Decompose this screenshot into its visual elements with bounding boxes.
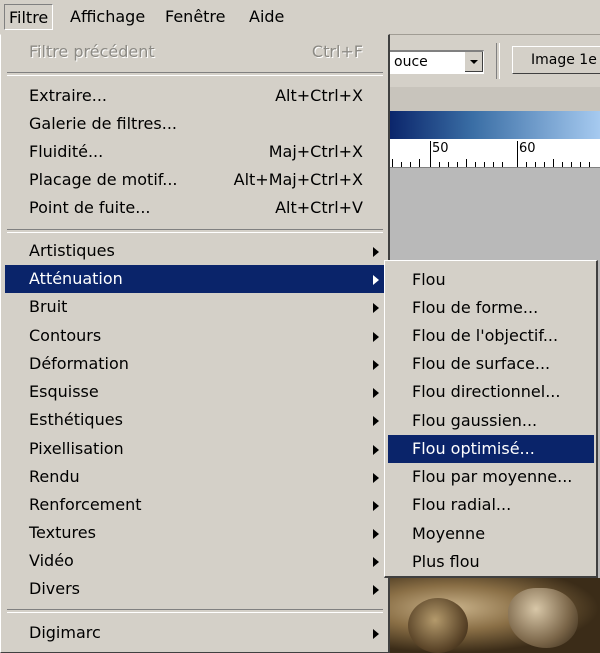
menu-item-sketch[interactable]: Esquisse — [5, 378, 385, 406]
menu-item-sharpen[interactable]: Renforcement — [5, 491, 385, 519]
menu-item-previous-filter: Filtre précédent Ctrl+F — [29, 42, 363, 61]
toolbar-divider — [496, 43, 500, 79]
menu-item-noise[interactable]: Bruit — [5, 293, 385, 321]
menu-separator — [7, 609, 383, 613]
submenu-arrow-icon — [373, 303, 379, 313]
submenu-item-average[interactable]: Moyenne — [388, 520, 594, 548]
submenu-item-shape-blur[interactable]: Flou de forme... — [388, 294, 594, 322]
submenu-item-lens-blur[interactable]: Flou de l'objectif... — [388, 322, 594, 350]
submenu-arrow-icon — [373, 501, 379, 511]
menu-item-digimarc[interactable]: Digimarc — [5, 619, 385, 647]
ruler-label-60: 60 — [519, 141, 536, 156]
submenu-item-box-blur[interactable]: Flou par moyenne... — [388, 463, 594, 491]
options-bar: ouce Image 1e — [388, 35, 600, 87]
menu-item-brush-strokes[interactable]: Esthétiques — [5, 406, 385, 434]
menu-separator — [7, 229, 383, 233]
menu-item-stylize[interactable]: Contours — [5, 322, 385, 350]
submenu-arrow-icon — [373, 445, 379, 455]
submenu-arrow-icon — [373, 332, 379, 342]
submenu-arrow-icon — [373, 629, 379, 639]
menu-item-other[interactable]: Divers — [5, 575, 385, 603]
menu-item-extract[interactable]: Extraire... Alt+Ctrl+X — [5, 82, 385, 110]
menu-item-artistic[interactable]: Artistiques — [5, 237, 385, 265]
blur-submenu: Flou Flou de forme... Flou de l'objectif… — [384, 260, 598, 578]
mode-combo-value: ouce — [394, 54, 428, 70]
submenu-item-gaussian-blur[interactable]: Flou gaussien... — [388, 407, 594, 435]
submenu-arrow-icon — [373, 473, 379, 483]
horizontal-ruler: 50 60 — [388, 139, 600, 168]
menu-item-blur[interactable]: Atténuation — [5, 265, 385, 293]
document-title-bar[interactable] — [388, 111, 600, 139]
submenu-item-motion-blur[interactable]: Flou directionnel... — [388, 378, 594, 406]
image-button[interactable]: Image 1e — [512, 46, 600, 74]
submenu-item-smart-blur[interactable]: Flou optimisé... — [388, 435, 594, 463]
submenu-item-blur-more[interactable]: Plus flou — [388, 548, 594, 576]
menu-aide[interactable]: Aide — [245, 4, 288, 30]
menu-item-render[interactable]: Rendu — [5, 463, 385, 491]
menu-bar: Filtre Affichage Fenêtre Aide — [0, 0, 600, 35]
submenu-arrow-icon — [373, 416, 379, 426]
ruler-label-50: 50 — [432, 141, 449, 156]
submenu-arrow-icon — [373, 388, 379, 398]
submenu-item-surface-blur[interactable]: Flou de surface... — [388, 350, 594, 378]
menu-item-filter-gallery[interactable]: Galerie de filtres... — [5, 110, 385, 138]
submenu-arrow-icon — [373, 557, 379, 567]
document-tab-strip — [388, 87, 600, 111]
submenu-arrow-icon — [373, 360, 379, 370]
submenu-item-blur[interactable]: Flou — [388, 266, 594, 294]
submenu-arrow-icon — [373, 585, 379, 595]
menu-fenetre[interactable]: Fenêtre — [161, 4, 230, 30]
menu-affichage[interactable]: Affichage — [66, 4, 149, 30]
menu-item-texture[interactable]: Textures — [5, 519, 385, 547]
menu-item-liquify[interactable]: Fluidité... Maj+Ctrl+X — [5, 138, 385, 166]
menu-item-pattern-maker[interactable]: Placage de motif... Alt+Maj+Ctrl+X — [5, 166, 385, 194]
photo-content — [388, 578, 600, 653]
submenu-item-radial-blur[interactable]: Flou radial... — [388, 491, 594, 519]
menu-item-vanishing-point[interactable]: Point de fuite... Alt+Ctrl+V — [5, 194, 385, 222]
submenu-arrow-icon — [373, 247, 379, 257]
mode-combo[interactable]: ouce — [388, 50, 484, 74]
submenu-arrow-icon — [373, 529, 379, 539]
rock-image-detail — [408, 598, 468, 653]
menu-filtre[interactable]: Filtre — [4, 4, 54, 30]
menu-item-video[interactable]: Vidéo — [5, 547, 385, 575]
rock-image-detail — [508, 588, 578, 648]
menu-item-pixelate[interactable]: Pixellisation — [5, 435, 385, 463]
submenu-arrow-icon — [373, 275, 379, 285]
menu-separator — [7, 72, 383, 76]
menu-item-distort[interactable]: Déformation — [5, 350, 385, 378]
filter-menu: Filtre précédent Ctrl+F Extraire... Alt+… — [0, 34, 390, 653]
chevron-down-icon[interactable] — [464, 52, 483, 72]
